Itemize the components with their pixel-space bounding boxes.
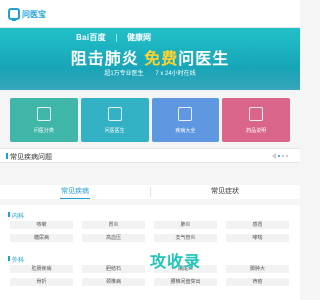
disease-chip[interactable]: 脚肿大 <box>226 265 289 273</box>
carousel-dot[interactable] <box>278 155 280 157</box>
watermark: 攻收录 <box>150 254 202 271</box>
feature-tile-diseases[interactable]: 疾病大全 <box>151 98 220 142</box>
jiankang-logo: 健康网 <box>126 33 151 42</box>
disease-chip[interactable]: 肛肠疾病 <box>10 265 73 273</box>
top-bar: 问医宝 <box>0 0 300 28</box>
subline-hours: 7 x 24小时在线 <box>155 71 196 77</box>
disease-chip[interactable]: 颈椎病 <box>82 278 145 286</box>
tab-common-symptoms[interactable]: 常见症状 <box>150 185 300 199</box>
logo-text: 问医宝 <box>22 9 46 19</box>
disease-chip[interactable]: 骨折 <box>10 278 73 286</box>
disease-chip[interactable]: 支气管炎 <box>154 234 217 242</box>
headline-part2: 问医生 <box>178 51 230 68</box>
carousel-dots[interactable] <box>278 155 288 157</box>
disease-chip[interactable]: 哮喘 <box>226 234 289 242</box>
partner-logos: Bai百度 健康网 <box>76 32 151 43</box>
disease-chip[interactable]: 胆结石 <box>82 265 145 273</box>
group-title-surgery: 外科 <box>7 255 24 264</box>
group-title-internal: 内科 <box>7 211 24 220</box>
headline-part1: 阻击肺炎 <box>70 51 139 68</box>
tab-common-diseases[interactable]: 常见疾病 <box>0 185 150 199</box>
carousel-dot[interactable] <box>286 155 288 157</box>
feature-tile-category[interactable]: 问医分类 <box>10 98 78 142</box>
section-title: 常见疾病问题 <box>6 153 52 161</box>
disease-chip[interactable]: 糖尿病 <box>10 234 73 242</box>
disease-chip[interactable]: 高血压 <box>82 234 145 242</box>
partner-divider <box>115 33 117 42</box>
chevron-left-icon[interactable] <box>271 153 276 159</box>
site-logo[interactable]: 问医宝 <box>8 7 46 21</box>
disease-grid-internal: 咳嗽 胃炎 肺炎 感冒糖尿病 高血压 支气管炎 哮喘 <box>10 221 289 242</box>
doctor-icon <box>107 106 122 121</box>
feature-label: 问医分类 <box>33 127 54 134</box>
pill-icon <box>249 106 264 121</box>
book-icon <box>178 106 193 121</box>
section-header: 常见疾病问题 <box>0 148 300 163</box>
disease-chip[interactable]: 腰椎间盘突出 <box>154 278 217 286</box>
banner-headline: 阻击肺炎 免费问医生 <box>0 45 300 69</box>
feature-tile-drugs[interactable]: 药品说明 <box>222 98 290 142</box>
disease-chip[interactable]: 痔疮 <box>226 278 289 286</box>
disease-chip[interactable]: 咳嗽 <box>10 221 73 229</box>
disease-chip[interactable]: 胃炎 <box>82 221 145 229</box>
baidu-logo: Bai百度 <box>76 33 106 42</box>
disease-chip[interactable]: 肺炎 <box>154 221 217 229</box>
headline-free: 免费 <box>144 51 179 68</box>
feature-tiles: 问医分类 问医医生 疾病大全 药品说明 <box>10 98 290 142</box>
tab-bar: 常见疾病 常见症状 <box>0 185 300 199</box>
feature-label: 问医医生 <box>104 127 125 134</box>
disease-chip[interactable]: 感冒 <box>226 221 289 229</box>
logo-icon <box>8 8 20 21</box>
feature-label: 药品说明 <box>246 127 267 134</box>
feature-label: 疾病大全 <box>175 127 196 134</box>
promo-banner[interactable]: Bai百度 健康网 阻击肺炎 免费问医生 超1万专业医生 7 x 24小时在线 <box>0 28 300 90</box>
subline-doctors: 超1万专业医生 <box>104 71 144 77</box>
grid-icon <box>36 106 51 121</box>
banner-subline: 超1万专业医生 7 x 24小时在线 <box>0 68 300 77</box>
feature-tile-doctor[interactable]: 问医医生 <box>80 98 149 142</box>
carousel-dot[interactable] <box>282 155 284 157</box>
